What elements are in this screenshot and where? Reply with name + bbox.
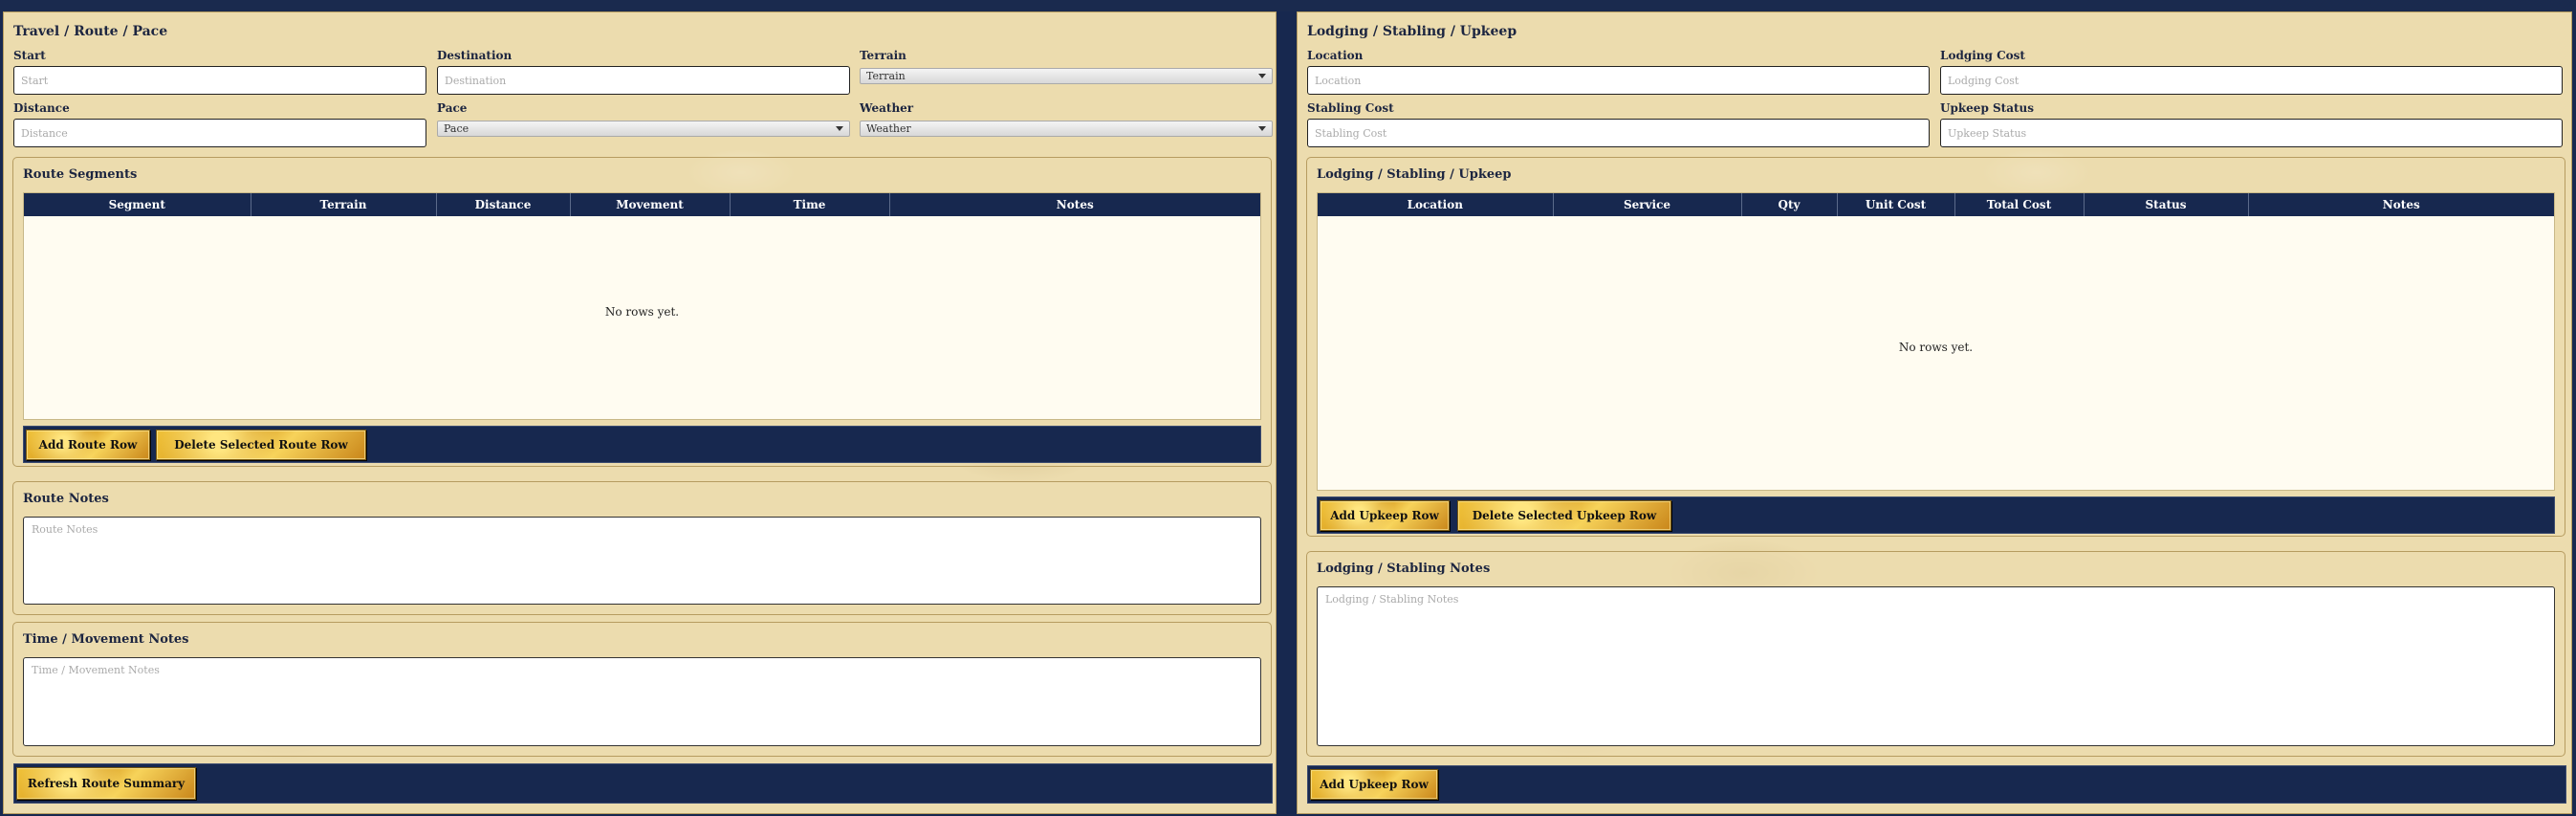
- delete-upkeep-row-button[interactable]: Delete Selected Upkeep Row: [1457, 500, 1671, 531]
- col-qty[interactable]: Qty: [1741, 193, 1838, 216]
- route-segments-section: Route Segments Segment Terrain Distance …: [12, 157, 1272, 467]
- pace-select[interactable]: Pace: [437, 121, 850, 137]
- route-notes-textarea[interactable]: [23, 517, 1261, 605]
- route-summary-button-bar: Refresh Route Summary: [13, 763, 1273, 804]
- route-notes-title: Route Notes: [23, 492, 109, 506]
- route-segments-button-bar: Add Route Row Delete Selected Route Row: [23, 426, 1261, 463]
- chevron-down-icon: [836, 126, 843, 131]
- pace-select-value: Pace: [444, 122, 469, 135]
- lodging-notes-section: Lodging / Stabling Notes: [1306, 551, 2565, 757]
- start-input[interactable]: [13, 66, 426, 95]
- terrain-select-value: Terrain: [866, 70, 906, 82]
- weather-select-value: Weather: [866, 122, 911, 135]
- upkeep-status-label: Upkeep Status: [1940, 101, 2035, 115]
- route-notes-section: Route Notes: [12, 481, 1272, 615]
- col-notes[interactable]: Notes: [889, 193, 1260, 216]
- col-movement[interactable]: Movement: [570, 193, 731, 216]
- add-route-row-button[interactable]: Add Route Row: [26, 430, 150, 460]
- distance-input[interactable]: [13, 119, 426, 147]
- terrain-select[interactable]: Terrain: [860, 68, 1273, 84]
- weather-label: Weather: [860, 101, 914, 115]
- pace-label: Pace: [437, 101, 468, 115]
- route-segments-title: Route Segments: [23, 167, 138, 182]
- empty-message: No rows yet.: [1898, 341, 1974, 354]
- travel-route-panel: Travel / Route / Pace Start Destination …: [3, 11, 1277, 814]
- location-label: Location: [1307, 49, 1364, 62]
- col-service[interactable]: Service: [1553, 193, 1742, 216]
- col-notes[interactable]: Notes: [2248, 193, 2554, 216]
- refresh-route-summary-button[interactable]: Refresh Route Summary: [16, 767, 196, 800]
- col-status[interactable]: Status: [2084, 193, 2249, 216]
- chevron-down-icon: [1258, 74, 1266, 78]
- lodging-upkeep-panel: Lodging / Stabling / Upkeep Location Lod…: [1297, 11, 2572, 814]
- start-label: Start: [13, 49, 46, 62]
- col-total-cost[interactable]: Total Cost: [1954, 193, 2085, 216]
- route-segments-table: Segment Terrain Distance Movement Time N…: [23, 192, 1261, 420]
- time-notes-section: Time / Movement Notes: [12, 622, 1272, 757]
- upkeep-section: Lodging / Stabling / Upkeep Location Ser…: [1306, 157, 2565, 537]
- add-upkeep-row-bottom-button[interactable]: Add Upkeep Row: [1310, 769, 1438, 800]
- delete-route-row-button[interactable]: Delete Selected Route Row: [156, 430, 366, 460]
- upkeep-status-input[interactable]: [1940, 119, 2563, 147]
- stabling-cost-input[interactable]: [1307, 119, 1930, 147]
- time-notes-title: Time / Movement Notes: [23, 632, 189, 647]
- panel-title: Lodging / Stabling / Upkeep: [1307, 24, 1517, 39]
- upkeep-button-bar: Add Upkeep Row Delete Selected Upkeep Ro…: [1317, 496, 2555, 534]
- weather-select[interactable]: Weather: [860, 121, 1273, 137]
- col-location[interactable]: Location: [1318, 193, 1554, 216]
- destination-label: Destination: [437, 49, 513, 62]
- lodging-summary-button-bar: Add Upkeep Row: [1307, 765, 2566, 804]
- location-input[interactable]: [1307, 66, 1930, 95]
- upkeep-section-title: Lodging / Stabling / Upkeep: [1317, 167, 1512, 182]
- lodging-notes-title: Lodging / Stabling Notes: [1317, 562, 1491, 576]
- distance-label: Distance: [13, 101, 70, 115]
- chevron-down-icon: [1258, 126, 1266, 131]
- panel-title: Travel / Route / Pace: [13, 24, 168, 39]
- stabling-cost-label: Stabling Cost: [1307, 101, 1394, 115]
- col-segment[interactable]: Segment: [24, 193, 251, 216]
- lodging-cost-label: Lodging Cost: [1940, 49, 2025, 62]
- top-bar: [0, 0, 2576, 11]
- col-unit-cost[interactable]: Unit Cost: [1837, 193, 1955, 216]
- terrain-label: Terrain: [860, 49, 906, 62]
- upkeep-table: Location Service Qty Unit Cost Total Cos…: [1317, 192, 2555, 491]
- lodging-cost-input[interactable]: [1940, 66, 2563, 95]
- col-terrain[interactable]: Terrain: [251, 193, 437, 216]
- add-upkeep-row-button[interactable]: Add Upkeep Row: [1320, 500, 1450, 531]
- col-distance[interactable]: Distance: [436, 193, 571, 216]
- time-notes-textarea[interactable]: [23, 657, 1261, 746]
- empty-message: No rows yet.: [604, 305, 680, 319]
- lodging-notes-textarea[interactable]: [1317, 586, 2555, 746]
- destination-input[interactable]: [437, 66, 850, 95]
- col-time[interactable]: Time: [730, 193, 890, 216]
